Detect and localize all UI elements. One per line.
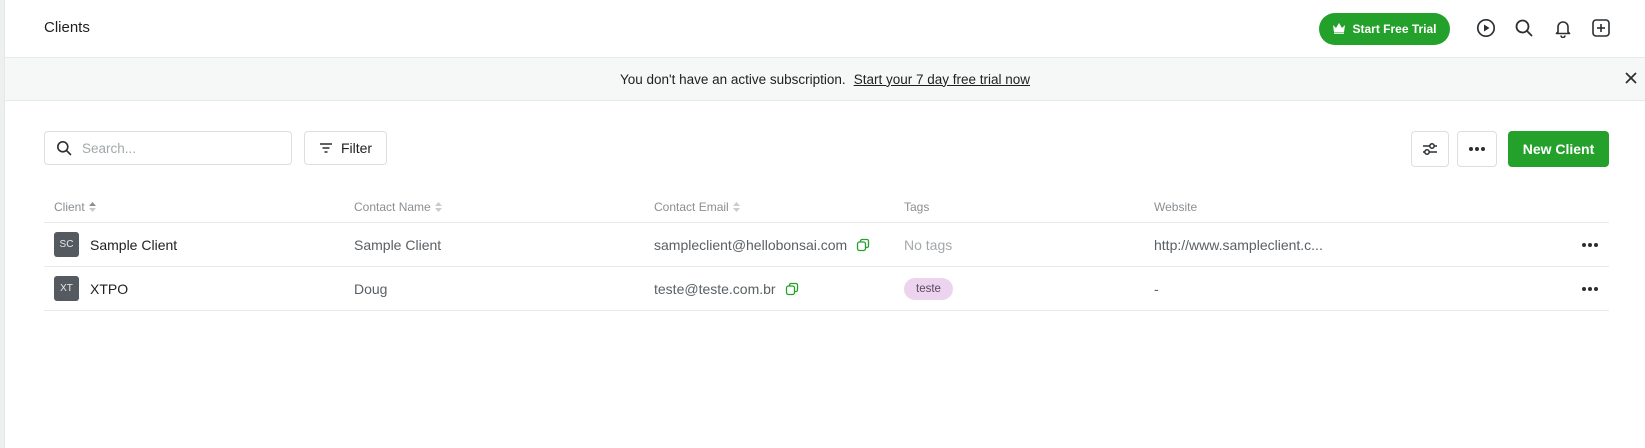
- search-icon[interactable]: [1513, 17, 1535, 39]
- table-row[interactable]: XT XTPO Doug teste@teste.com.br teste -: [44, 267, 1609, 311]
- sort-icon: [434, 202, 442, 212]
- column-header-contact-name[interactable]: Contact Name: [354, 200, 442, 214]
- column-label: Website: [1154, 200, 1198, 214]
- column-label: Tags: [904, 200, 930, 214]
- column-header-client[interactable]: Client: [54, 200, 96, 214]
- copy-icon[interactable]: [785, 282, 799, 296]
- website[interactable]: http://www.sampleclient.c...: [1154, 223, 1323, 266]
- sliders-icon: [1421, 141, 1439, 157]
- new-client-button[interactable]: New Client: [1508, 131, 1609, 167]
- search-input[interactable]: [80, 139, 274, 157]
- client-name[interactable]: Sample Client: [90, 237, 177, 253]
- sort-icon: [732, 202, 740, 212]
- client-name[interactable]: XTPO: [90, 281, 128, 297]
- plus-square-icon[interactable]: [1590, 17, 1612, 39]
- tags-cell: teste: [904, 267, 953, 310]
- contact-name: Doug: [354, 280, 388, 297]
- avatar: XT: [54, 276, 79, 301]
- column-label: Contact Email: [654, 200, 729, 214]
- contact-name: Sample Client: [354, 236, 442, 253]
- page-title: Clients: [44, 19, 90, 36]
- column-header-tags: Tags: [904, 200, 929, 214]
- copy-icon[interactable]: [856, 238, 870, 252]
- banner-message: You don't have an active subscription.: [619, 71, 846, 87]
- crown-icon: [1332, 22, 1346, 37]
- close-icon[interactable]: [1623, 70, 1639, 86]
- sort-icon: [88, 202, 96, 212]
- filter-button[interactable]: Filter: [304, 131, 387, 165]
- table-row[interactable]: SC Sample Client Sample Client samplecli…: [44, 223, 1609, 267]
- contact-email-cell: sampleclient@hellobonsai.com: [654, 223, 870, 266]
- contact-email: teste@teste.com.br: [654, 280, 776, 297]
- column-header-contact-email[interactable]: Contact Email: [654, 200, 740, 214]
- search-box[interactable]: [44, 131, 292, 165]
- column-label: Client: [54, 200, 85, 214]
- clients-table: Client Contact Name Contact Email Tags W…: [44, 194, 1609, 311]
- filter-label: Filter: [340, 140, 373, 156]
- contact-email-cell: teste@teste.com.br: [654, 267, 799, 310]
- more-options-button[interactable]: [1457, 131, 1497, 167]
- bell-icon[interactable]: [1552, 17, 1574, 39]
- website: -: [1154, 280, 1159, 297]
- column-label: Contact Name: [354, 200, 431, 214]
- contact-email: sampleclient@hellobonsai.com: [654, 236, 848, 253]
- row-more-icon[interactable]: [1579, 234, 1601, 256]
- row-more-icon[interactable]: [1579, 278, 1601, 300]
- column-settings-button[interactable]: [1411, 131, 1449, 167]
- start-free-trial-button[interactable]: Start Free Trial: [1319, 13, 1450, 45]
- more-horizontal-icon: [1468, 146, 1486, 152]
- play-circle-icon[interactable]: [1475, 17, 1497, 39]
- search-icon: [56, 140, 72, 156]
- start-free-trial-label: Start Free Trial: [1352, 22, 1437, 36]
- avatar: SC: [54, 232, 79, 257]
- column-header-website: Website: [1154, 200, 1197, 214]
- start-trial-link[interactable]: Start your 7 day free trial now: [854, 72, 1030, 87]
- filter-icon: [319, 142, 333, 154]
- subscription-banner: You don't have an active subscription. S…: [5, 58, 1645, 101]
- tag-badge[interactable]: teste: [904, 277, 953, 300]
- client-cell: XT XTPO: [54, 267, 128, 310]
- tags-empty: No tags: [904, 236, 953, 253]
- top-bar: Clients Start Free Trial: [5, 0, 1645, 58]
- table-header: Client Contact Name Contact Email Tags W…: [44, 194, 1609, 223]
- client-cell: SC Sample Client: [54, 223, 177, 266]
